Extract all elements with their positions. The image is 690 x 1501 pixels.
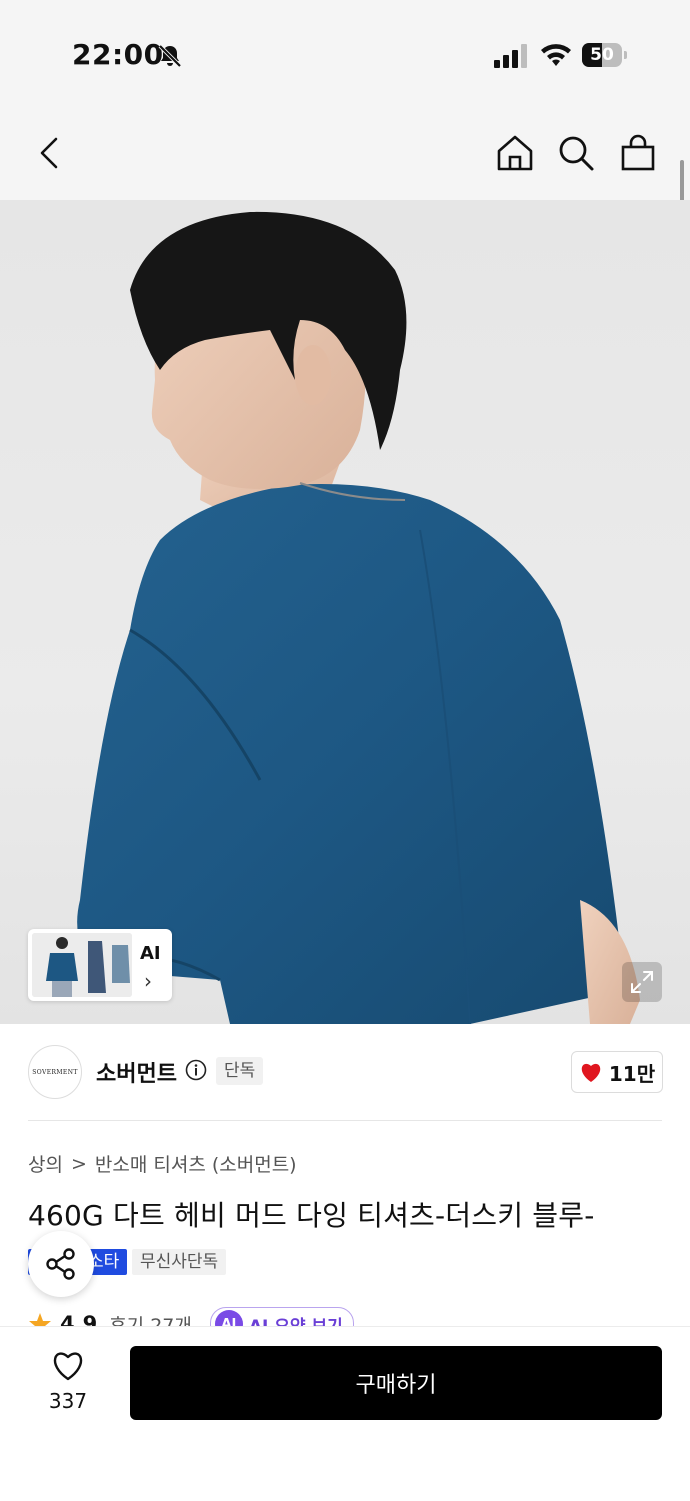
product-tag-exclusive: 무신사단독 <box>132 1249 227 1275</box>
model-photo <box>77 211 640 1024</box>
ai-label: AI <box>140 943 161 964</box>
bell-muted-icon <box>158 44 182 68</box>
battery-indicator: 50 <box>582 43 628 67</box>
rating-row: 4.9 후기 27개 AI AI 요약 보기 <box>28 1305 688 1327</box>
chevron-right-icon: › <box>144 969 152 993</box>
info-icon[interactable] <box>185 1059 207 1081</box>
look-thumbnail-image <box>32 933 132 997</box>
bottom-action-bar: 337 구매하기 <box>0 1326 690 1501</box>
breadcrumb-separator-icon: > <box>70 1152 87 1175</box>
shopping-bag-icon <box>621 134 655 171</box>
cart-button[interactable] <box>613 128 663 178</box>
divider <box>28 1120 662 1121</box>
review-count-link[interactable]: 후기 27개 <box>109 1311 192 1328</box>
status-bar: 22:00 50 <box>0 0 690 110</box>
breadcrumb-category[interactable]: 상의 <box>28 1150 63 1177</box>
search-icon <box>559 136 594 171</box>
share-icon <box>46 1248 75 1280</box>
heart-outline-icon <box>53 1352 83 1381</box>
product-image[interactable] <box>0 200 690 1024</box>
wifi-icon <box>541 44 571 66</box>
top-nav-bar <box>0 110 690 200</box>
home-icon <box>497 135 533 171</box>
brand-like-button[interactable]: 11만 <box>571 1051 663 1093</box>
chevron-left-icon <box>40 137 58 169</box>
ai-badge-icon: AI <box>214 1310 243 1327</box>
ai-summary-label: AI 요약 보기 <box>248 1316 343 1328</box>
breadcrumb: 상의 > 반소매 티셔츠 (소버먼트) <box>28 1150 297 1177</box>
ai-summary-button[interactable]: AI AI 요약 보기 <box>209 1307 354 1328</box>
ai-look-thumbnail[interactable]: AI › <box>28 929 172 1001</box>
battery-level: 50 <box>590 45 614 65</box>
product-title: 460G 다트 헤비 머드 다잉 티셔츠-더스키 블루- <box>28 1199 595 1232</box>
wishlist-count: 337 <box>48 1389 88 1413</box>
rating-value: 4.9 <box>60 1312 98 1327</box>
expand-icon <box>631 971 653 993</box>
home-button[interactable] <box>490 128 540 178</box>
exclusive-badge: 단독 <box>216 1057 264 1085</box>
cellular-signal-icon <box>494 44 527 68</box>
buy-button[interactable]: 구매하기 <box>130 1346 662 1420</box>
brand-logo[interactable]: SOVERMENT <box>28 1045 82 1099</box>
brand-like-count: 11만 <box>608 1061 656 1086</box>
brand-name[interactable]: 소버먼트 <box>96 1056 177 1088</box>
status-time: 22:00 <box>72 38 164 71</box>
star-icon <box>29 1313 51 1327</box>
wishlist-button[interactable]: 337 <box>36 1349 100 1419</box>
back-button[interactable] <box>24 128 74 178</box>
share-button[interactable] <box>28 1231 94 1297</box>
breadcrumb-subcategory[interactable]: 반소매 티셔츠 (소버먼트) <box>95 1150 297 1177</box>
expand-image-button[interactable] <box>622 962 662 1002</box>
heart-filled-icon <box>581 1063 601 1082</box>
search-button[interactable] <box>551 128 601 178</box>
